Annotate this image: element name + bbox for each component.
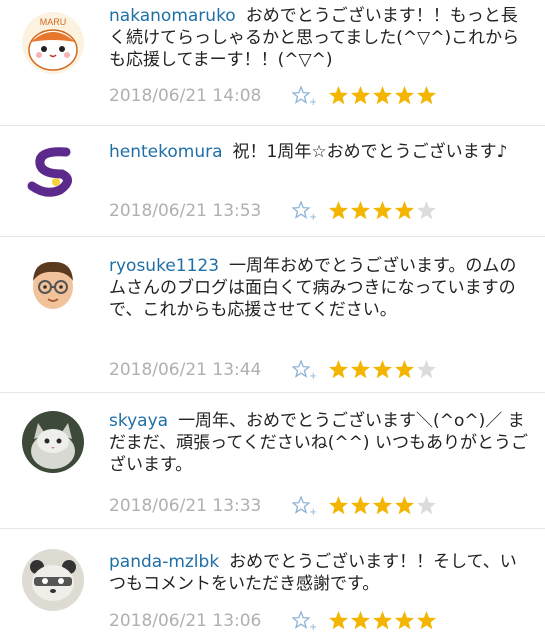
comment-date: 2018/06/21 13:33 (109, 496, 262, 516)
star-filled-icon (395, 360, 414, 379)
star-filled-icon (417, 86, 436, 105)
avatar-logo-text: MARU (40, 17, 67, 27)
glasses-man-icon (22, 253, 84, 315)
add-star-icon[interactable]: + (292, 359, 316, 381)
star-filled-icon (351, 201, 370, 220)
comment-body: 一周年、おめでとうございます＼(^o^)／ まだまだ、頑張ってくださいね(^^)… (109, 411, 528, 475)
star-filled-icon (351, 611, 370, 630)
svg-text:+: + (309, 622, 316, 632)
comment-meta: 2018/06/21 13:44 + (109, 358, 529, 382)
comment-item: panda-mzlbk おめでとうございます！！そして、いつもコメントをいただき感… (0, 529, 545, 640)
star-filled-icon (395, 86, 414, 105)
star-filled-icon (329, 201, 348, 220)
star-filled-icon (329, 611, 348, 630)
comment-item: ryosuke1123 一周年おめでとうございます。のムのムさんのブログは面白くて… (0, 237, 545, 392)
avatar[interactable] (22, 253, 84, 315)
avatar[interactable] (22, 140, 84, 202)
username-link[interactable]: panda-mzlbk (109, 552, 219, 572)
comment-text-block: hentekomura 祝！1周年☆おめでとうございます♪ (109, 141, 529, 163)
comment-date: 2018/06/21 13:53 (109, 201, 262, 221)
comment-date: 2018/06/21 13:44 (109, 360, 262, 380)
comment-item: hentekomura 祝！1周年☆おめでとうございます♪ 2018/06/21 … (0, 126, 545, 236)
comment-item: MARU nakanomaruko おめでとうございます！！もっと長く続けてらっし… (0, 0, 545, 115)
star-filled-icon (373, 611, 392, 630)
username-link[interactable]: skyaya (109, 411, 168, 431)
svg-text:+: + (309, 212, 316, 222)
star-rating (328, 359, 438, 381)
star-rating (328, 495, 438, 517)
avatar[interactable] (22, 549, 84, 611)
comment-text-block: panda-mzlbk おめでとうございます！！そして、いつもコメントをいただき感… (109, 551, 529, 595)
username-link[interactable]: nakanomaruko (109, 6, 236, 26)
star-rating (328, 610, 438, 632)
star-empty-icon (417, 201, 436, 220)
avatar[interactable] (22, 411, 84, 473)
svg-text:+: + (309, 97, 316, 107)
star-filled-icon (351, 496, 370, 515)
add-star-icon[interactable]: + (292, 85, 316, 107)
star-filled-icon (395, 611, 414, 630)
hamster-maru-icon: MARU (22, 12, 84, 74)
username-link[interactable]: ryosuke1123 (109, 256, 219, 276)
star-rating (328, 200, 438, 222)
star-empty-icon (417, 496, 436, 515)
star-filled-icon (373, 86, 392, 105)
comment-text-block: nakanomaruko おめでとうございます！！もっと長く続けてらっしゃるかと思… (109, 5, 529, 71)
star-filled-icon (395, 201, 414, 220)
add-star-icon[interactable]: + (292, 610, 316, 632)
comment-meta: 2018/06/21 14:08 + (109, 84, 529, 108)
comment-body: 祝！1周年☆おめでとうございます♪ (232, 142, 508, 162)
star-filled-icon (329, 496, 348, 515)
star-filled-icon (373, 201, 392, 220)
comment-date: 2018/06/21 14:08 (109, 86, 262, 106)
star-filled-icon (417, 611, 436, 630)
star-empty-icon (417, 360, 436, 379)
svg-text:+: + (309, 371, 316, 381)
comment-meta: 2018/06/21 13:53 + (109, 199, 529, 223)
star-filled-icon (329, 360, 348, 379)
star-filled-icon (351, 86, 370, 105)
star-filled-icon (373, 496, 392, 515)
comment-meta: 2018/06/21 13:33 + (109, 494, 529, 518)
add-star-icon[interactable]: + (292, 495, 316, 517)
comment-text-block: skyaya 一周年、おめでとうございます＼(^o^)／ まだまだ、頑張ってくださ… (109, 410, 529, 476)
star-filled-icon (329, 86, 348, 105)
star-rating (328, 85, 438, 107)
purple-s-logo-icon (22, 140, 84, 202)
star-filled-icon (395, 496, 414, 515)
comment-meta: 2018/06/21 13:06 + (109, 609, 529, 633)
add-star-icon[interactable]: + (292, 200, 316, 222)
comment-date: 2018/06/21 13:06 (109, 611, 262, 631)
star-filled-icon (351, 360, 370, 379)
comment-item: skyaya 一周年、おめでとうございます＼(^o^)／ まだまだ、頑張ってくださ… (0, 393, 545, 528)
avatar[interactable]: MARU (22, 12, 84, 74)
svg-text:+: + (309, 507, 316, 517)
cat-photo-icon (22, 411, 84, 473)
star-filled-icon (373, 360, 392, 379)
username-link[interactable]: hentekomura (109, 142, 223, 162)
panda-face-icon (22, 549, 84, 611)
comment-text-block: ryosuke1123 一周年おめでとうございます。のムのムさんのブログは面白くて… (109, 255, 529, 321)
